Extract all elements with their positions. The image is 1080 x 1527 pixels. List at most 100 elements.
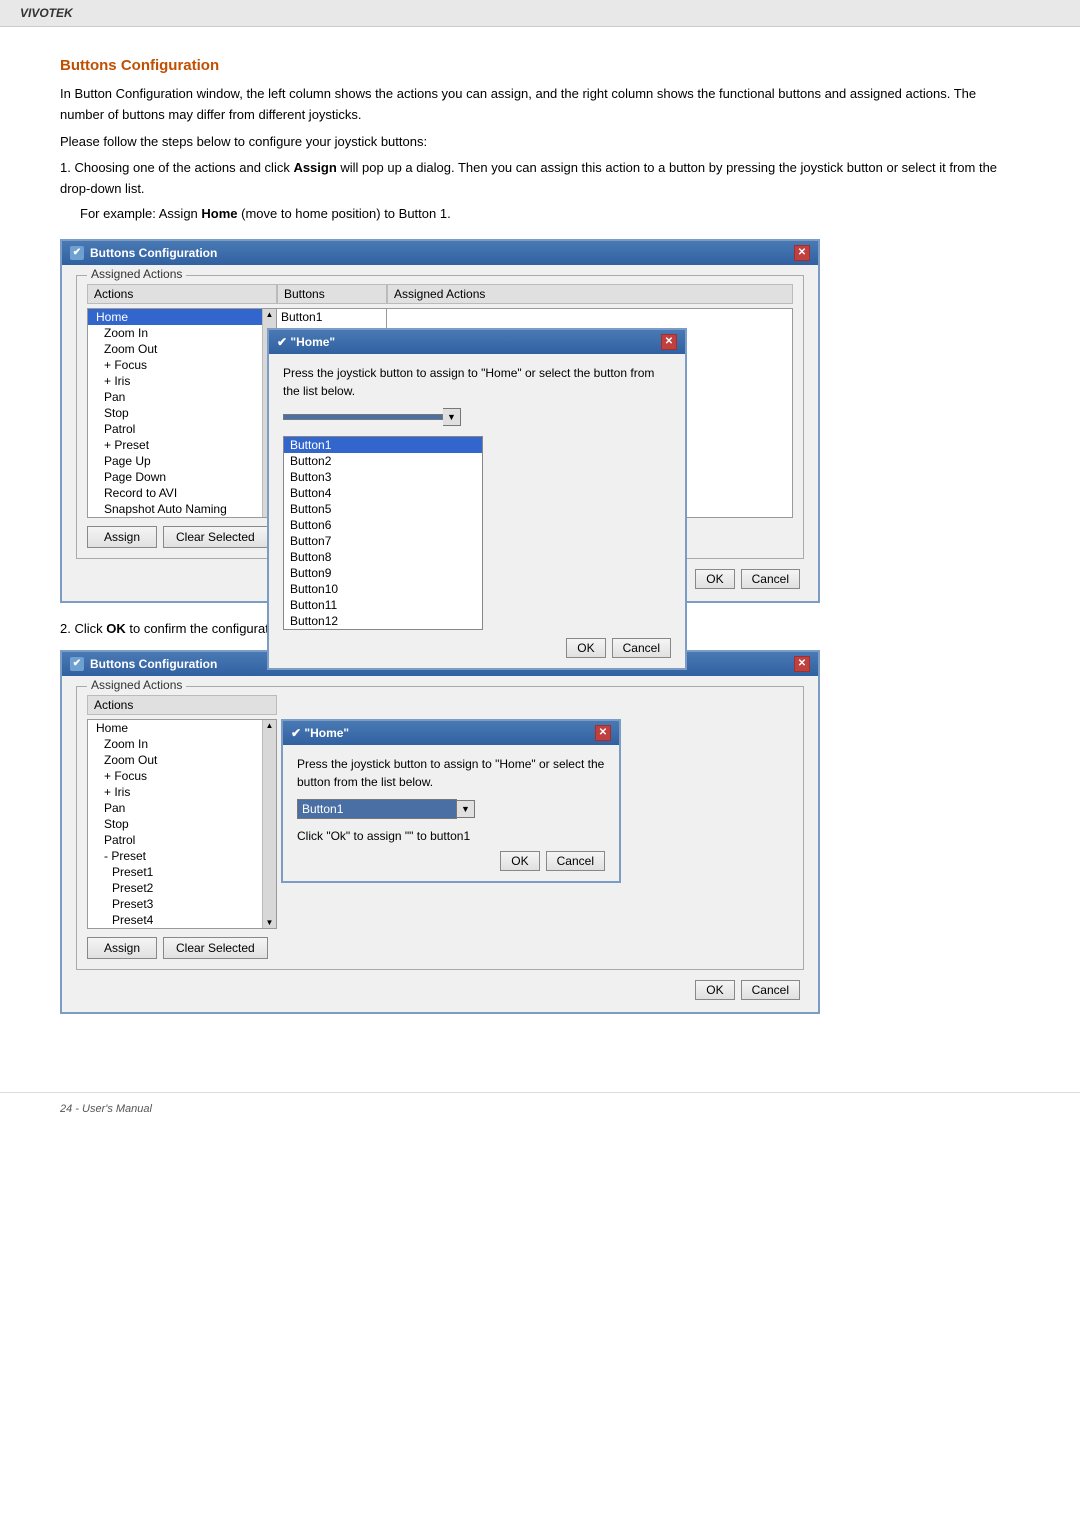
popup-home-dialog-2: ✔ "Home" ✕ Press the joystick button to … bbox=[281, 719, 621, 883]
popup-btn-item-1[interactable]: Button1 bbox=[284, 437, 482, 453]
popup-home-close-1[interactable]: ✕ bbox=[661, 334, 677, 350]
popup-btn-item-9[interactable]: Button9 bbox=[284, 565, 482, 581]
action-item-pagedown[interactable]: Page Down bbox=[88, 469, 262, 485]
action-item-record[interactable]: Record to AVI bbox=[88, 485, 262, 501]
dialog1-close-button[interactable]: ✕ bbox=[794, 245, 810, 261]
col-actions-header-2: Actions bbox=[87, 695, 277, 715]
dialog1-ok-button[interactable]: OK bbox=[695, 569, 734, 589]
popup-btn-item-12[interactable]: Button12 bbox=[284, 613, 482, 629]
popup-ok-button-1[interactable]: OK bbox=[566, 638, 605, 658]
popup-home-dialog-1: ✔ "Home" ✕ Press the joystick button to … bbox=[267, 328, 687, 670]
dropdown-arrow-1[interactable]: ▼ bbox=[443, 408, 461, 426]
action2-item-zoomout[interactable]: Zoom Out bbox=[88, 752, 262, 768]
brand-label: VIVOTEK bbox=[20, 6, 73, 20]
action-item-zoomin[interactable]: Zoom In bbox=[88, 325, 262, 341]
list-scrollbar-2[interactable]: ▲ ▼ bbox=[262, 720, 276, 928]
scroll-up-arrow-1[interactable]: ▲ bbox=[266, 310, 274, 319]
dropdown-select-2[interactable]: Button1 bbox=[297, 799, 457, 819]
action2-item-zoomin[interactable]: Zoom In bbox=[88, 736, 262, 752]
action-item-preset[interactable]: + Preset bbox=[88, 437, 262, 453]
scroll-up-arrow-2[interactable]: ▲ bbox=[266, 721, 274, 730]
confirm-text-2: Click "Ok" to assign "" to button1 bbox=[297, 829, 605, 843]
action2-item-pan[interactable]: Pan bbox=[88, 800, 262, 816]
popup-home-close-2[interactable]: ✕ bbox=[595, 725, 611, 741]
popup-cancel-button-1[interactable]: Cancel bbox=[612, 638, 671, 658]
action-item-patrol[interactable]: Patrol bbox=[88, 421, 262, 437]
action-item-stop[interactable]: Stop bbox=[88, 405, 262, 421]
dialog1-cancel-button[interactable]: Cancel bbox=[741, 569, 800, 589]
action2-item-patrol[interactable]: Patrol bbox=[88, 832, 262, 848]
action2-item-preset4[interactable]: Preset4 bbox=[88, 912, 262, 928]
step2-number: 2. bbox=[60, 621, 71, 636]
dropdown-select-1[interactable] bbox=[283, 414, 443, 420]
action2-item-preset2[interactable]: Preset2 bbox=[88, 880, 262, 896]
footer-text: 24 - User's Manual bbox=[60, 1103, 152, 1115]
action-item-pan[interactable]: Pan bbox=[88, 389, 262, 405]
action2-item-iris[interactable]: + Iris bbox=[88, 784, 262, 800]
clear-button-2[interactable]: Clear Selected bbox=[163, 937, 268, 959]
step1-indent: For example: Assign Home (move to home p… bbox=[80, 204, 1020, 225]
popup-btn-item-6[interactable]: Button6 bbox=[284, 517, 482, 533]
assigned-actions-group-1: Assigned Actions Actions Buttons Assigne… bbox=[76, 275, 804, 559]
action-item-snapshot[interactable]: Snapshot Auto Naming bbox=[88, 501, 262, 517]
clear-button-1[interactable]: Clear Selected bbox=[163, 526, 268, 548]
popup-ok-button-2[interactable]: OK bbox=[500, 851, 539, 871]
popup-btn-item-3[interactable]: Button3 bbox=[284, 469, 482, 485]
columns-body-2: Home Zoom In Zoom Out + Focus + Iris Pan… bbox=[87, 719, 793, 929]
step1-bold-home: Home bbox=[201, 206, 237, 221]
popup-btn-item-7[interactable]: Button7 bbox=[284, 533, 482, 549]
dialog2-close-button[interactable]: ✕ bbox=[794, 656, 810, 672]
top-bar: VIVOTEK bbox=[0, 0, 1080, 27]
dialog2-cancel-button[interactable]: Cancel bbox=[741, 980, 800, 1000]
description2: Please follow the steps below to configu… bbox=[60, 132, 1020, 153]
dialog1-title: Buttons Configuration bbox=[90, 246, 217, 260]
step1-bold1: Assign bbox=[293, 160, 336, 175]
popup-btn-item-2[interactable]: Button2 bbox=[284, 453, 482, 469]
dropdown-row-2: Button1 ▼ bbox=[297, 799, 605, 819]
step1-indent-text: For example: Assign bbox=[80, 206, 201, 221]
columns-header-1: Actions Buttons Assigned Actions bbox=[87, 284, 793, 304]
assigned-actions-group-2: Assigned Actions Actions Home Zoom In bbox=[76, 686, 804, 970]
action2-item-preset1[interactable]: Preset1 bbox=[88, 864, 262, 880]
action-item-iris[interactable]: + Iris bbox=[88, 373, 262, 389]
action-item-pageup[interactable]: Page Up bbox=[88, 453, 262, 469]
action-item-home[interactable]: Home bbox=[88, 309, 262, 325]
popup-home-titlebar-2: ✔ "Home" ✕ bbox=[283, 721, 619, 745]
assign-button-2[interactable]: Assign bbox=[87, 937, 157, 959]
col-actions-header: Actions bbox=[87, 284, 277, 304]
action2-item-preset3[interactable]: Preset3 bbox=[88, 896, 262, 912]
col-assigned-header: Assigned Actions bbox=[387, 284, 793, 304]
col-rest-header-2 bbox=[277, 695, 793, 715]
popup-btn-item-5[interactable]: Button5 bbox=[284, 501, 482, 517]
popup-btn-item-4[interactable]: Button4 bbox=[284, 485, 482, 501]
action2-item-preset[interactable]: - Preset bbox=[88, 848, 262, 864]
action2-item-home[interactable]: Home bbox=[88, 720, 262, 736]
popup-btn-item-10[interactable]: Button10 bbox=[284, 581, 482, 597]
dialog2-title: Buttons Configuration bbox=[90, 657, 217, 671]
popup-cancel-button-2[interactable]: Cancel bbox=[546, 851, 605, 871]
popup-home-body-1: Press the joystick button to assign to "… bbox=[269, 354, 685, 668]
popup-ok-cancel-1: OK Cancel bbox=[283, 638, 671, 658]
assign-button-1[interactable]: Assign bbox=[87, 526, 157, 548]
popup-btn-item-8[interactable]: Button8 bbox=[284, 549, 482, 565]
action2-item-stop[interactable]: Stop bbox=[88, 816, 262, 832]
dropdown-arrow-2[interactable]: ▼ bbox=[457, 800, 475, 818]
popup-overlay-area-2: Home Zoom In Zoom Out + Focus + Iris Pan… bbox=[87, 719, 793, 929]
popup-btn-item-11[interactable]: Button11 bbox=[284, 597, 482, 613]
dialog-window-1: ✔ Buttons Configuration ✕ Assigned Actio… bbox=[60, 239, 820, 603]
action-item-focus[interactable]: + Focus bbox=[88, 357, 262, 373]
col-buttons-header: Buttons bbox=[277, 284, 387, 304]
popup-home-body-2: Press the joystick button to assign to "… bbox=[283, 745, 619, 881]
actions-list-inner-1: Home Zoom In Zoom Out + Focus + Iris Pan… bbox=[88, 309, 262, 517]
dialog2-ok-button[interactable]: OK bbox=[695, 980, 734, 1000]
page-content: Buttons Configuration In Button Configur… bbox=[0, 27, 1080, 1062]
actions-list-2[interactable]: Home Zoom In Zoom Out + Focus + Iris Pan… bbox=[87, 719, 277, 929]
action-item-zoomout[interactable]: Zoom Out bbox=[88, 341, 262, 357]
actions-list-1[interactable]: Home Zoom In Zoom Out + Focus + Iris Pan… bbox=[87, 308, 277, 518]
popup-overlay-area-1: Home Zoom In Zoom Out + Focus + Iris Pan… bbox=[87, 308, 793, 518]
popup-home-text-1: Press the joystick button to assign to "… bbox=[283, 364, 671, 400]
action2-item-focus[interactable]: + Focus bbox=[88, 768, 262, 784]
button-item-1[interactable]: Button1 bbox=[277, 309, 386, 325]
scroll-down-arrow-2[interactable]: ▼ bbox=[266, 918, 274, 927]
popup-ok-cancel-2: OK Cancel bbox=[297, 851, 605, 871]
